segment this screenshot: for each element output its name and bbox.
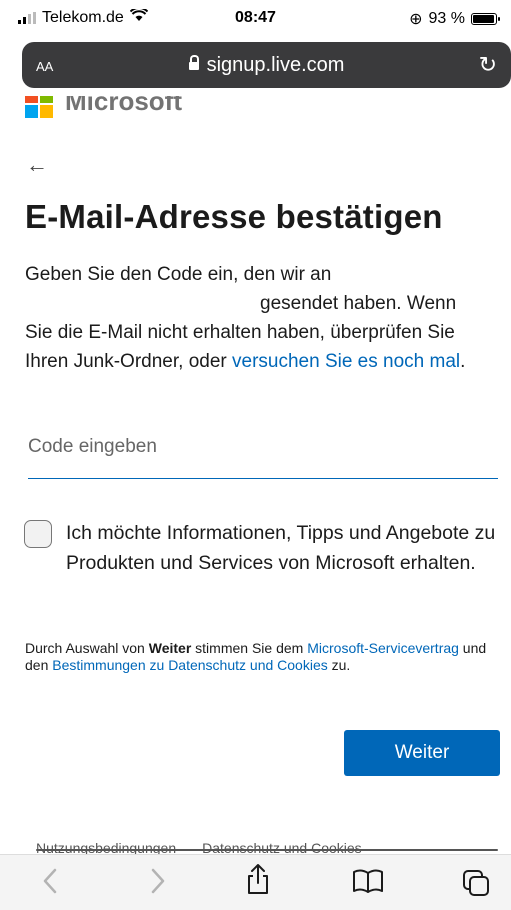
microsoft-squares-icon	[25, 96, 53, 118]
privacy-cookies-link[interactable]: Bestimmungen zu Datenschutz und Cookies	[52, 657, 327, 673]
lock-icon	[188, 55, 199, 70]
page-title: E-Mail-Adresse bestätigen	[25, 198, 443, 235]
legal-text-end: zu.	[327, 657, 351, 673]
bookmarks-icon[interactable]	[352, 869, 384, 900]
footer-divider	[36, 849, 498, 851]
url-text: signup.live.com	[206, 54, 345, 76]
battery-icon	[471, 13, 500, 25]
instruction-line2: gesendet haben. Wenn	[260, 293, 457, 314]
optin-checkbox[interactable]	[24, 520, 52, 548]
status-bar: Telekom.de 08:47 ⊕ 93 %	[0, 0, 511, 34]
url-display[interactable]: signup.live.com	[22, 54, 511, 77]
instruction-line1: Geben Sie den Code ein, den wir an	[25, 264, 332, 285]
instruction-end: .	[460, 351, 466, 372]
service-agreement-link[interactable]: Microsoft-Servicevertrag	[307, 640, 459, 656]
tabs-icon[interactable]	[462, 869, 490, 904]
microsoft-logo: Microsoft	[25, 96, 245, 122]
optin-label[interactable]: Ich möchte Informationen, Tipps und Ange…	[66, 518, 496, 578]
reload-icon[interactable]: ↻	[479, 52, 497, 78]
share-icon[interactable]	[246, 863, 270, 902]
legal-notice: Durch Auswahl von Weiter stimmen Sie dem…	[25, 640, 500, 674]
forward-nav-icon[interactable]	[150, 867, 166, 902]
instruction-text: Geben Sie den Code ein, den wir an gesen…	[25, 260, 495, 376]
next-button[interactable]: Weiter	[344, 730, 500, 776]
retry-link[interactable]: versuchen Sie es noch mal	[232, 351, 460, 372]
browser-toolbar	[0, 854, 511, 910]
code-input[interactable]	[28, 436, 498, 458]
microsoft-wordmark: Microsoft	[65, 96, 182, 116]
legal-text-pre: Durch Auswahl von	[25, 640, 149, 656]
back-arrow-icon[interactable]: ←	[26, 152, 48, 178]
address-bar[interactable]: AA signup.live.com ↻	[22, 42, 511, 88]
status-right: ⊕ 93 %	[409, 9, 500, 29]
back-nav-icon[interactable]	[42, 867, 58, 902]
code-field[interactable]	[28, 436, 498, 479]
orientation-lock-icon: ⊕	[409, 11, 423, 28]
battery-percent: 93 %	[428, 10, 465, 27]
legal-text-bold: Weiter	[148, 640, 192, 656]
legal-text-mid1: stimmen Sie dem	[191, 640, 308, 656]
